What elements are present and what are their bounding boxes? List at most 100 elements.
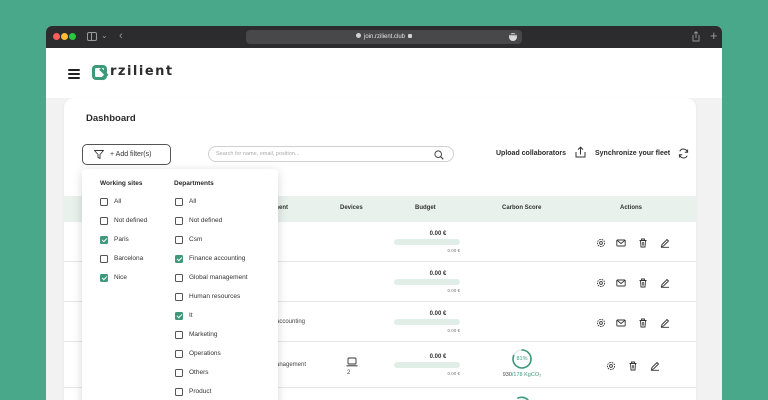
edit-icon[interactable] — [660, 278, 670, 288]
budget-value: 0.00 € — [429, 271, 447, 277]
checkbox[interactable] — [175, 388, 183, 396]
back-arrow-icon[interactable]: ‹ — [119, 30, 123, 42]
app-area: rzilient Dashboard + Add filter(s) Searc… — [46, 48, 722, 400]
option-label: Not defined — [114, 217, 148, 224]
mail-icon[interactable] — [616, 278, 626, 288]
mail-icon[interactable] — [616, 238, 626, 248]
option-label: Marketing — [189, 331, 218, 338]
checkbox[interactable] — [175, 350, 183, 358]
edit-icon[interactable] — [660, 318, 670, 328]
upload-icon[interactable] — [575, 146, 586, 158]
add-filter-button[interactable]: + Add filter(s) — [82, 144, 171, 165]
trash-icon[interactable] — [638, 318, 648, 328]
checkbox[interactable] — [175, 312, 183, 320]
checkbox[interactable] — [175, 236, 183, 244]
carbon-score-percent: 81% — [516, 356, 528, 362]
globe-icon — [355, 33, 361, 38]
budget-bar — [394, 239, 460, 245]
maximize-window-button[interactable] — [69, 33, 76, 40]
device-count: 2 — [347, 370, 351, 376]
brand-name: rzilient — [110, 64, 174, 79]
lock-icon — [408, 34, 413, 38]
carbon-target: /178 KgCO₂ — [511, 372, 542, 378]
checkbox[interactable] — [100, 217, 108, 225]
budget-bar — [394, 319, 460, 325]
logo-icon — [92, 65, 107, 80]
working-sites-title: Working sites — [100, 180, 143, 187]
url-text: join.rzilient.club — [363, 34, 406, 40]
checkbox[interactable] — [175, 198, 183, 206]
option-label: Operations — [189, 350, 221, 357]
option-label: Nice — [114, 274, 128, 281]
checkbox[interactable] — [175, 293, 183, 301]
sidebar-toggle-icon[interactable] — [87, 32, 97, 41]
minimize-window-button[interactable] — [61, 33, 68, 40]
browser-chrome: ⌄ ‹ join.rzilient.club ••• + — [46, 26, 722, 48]
checkbox[interactable] — [175, 255, 183, 263]
checkbox[interactable] — [100, 255, 108, 263]
browser-window: ⌄ ‹ join.rzilient.club ••• + rzilient Da… — [46, 26, 722, 400]
checkbox[interactable] — [175, 331, 183, 339]
sync-icon[interactable] — [678, 148, 689, 159]
option-label: All — [114, 198, 122, 205]
option-label: Csm — [189, 236, 203, 243]
department-cell: anagement — [276, 362, 307, 368]
budget-subvalue: 0.00 € — [447, 328, 460, 333]
settings-icon[interactable] — [596, 318, 606, 328]
search-icon[interactable] — [434, 150, 444, 160]
search-input[interactable]: Search for name, email, position... — [208, 146, 454, 162]
trash-icon[interactable] — [638, 278, 648, 288]
option-label: Global management — [189, 274, 248, 281]
close-window-button[interactable] — [53, 33, 60, 40]
settings-icon[interactable] — [606, 361, 616, 371]
synchronize-fleet-button[interactable]: Synchronize your fleet — [595, 150, 670, 157]
budget-value: 0.00 € — [429, 354, 447, 360]
budget-value: 0.00 € — [429, 311, 447, 317]
share-icon[interactable] — [692, 31, 700, 42]
option-label: Not defined — [189, 217, 223, 224]
upload-collaborators-button[interactable]: Upload collaborators — [496, 150, 566, 157]
top-navigation-bar: rzilient — [46, 48, 722, 98]
option-label: Finance accounting — [189, 255, 246, 262]
department-cell: accounting — [276, 319, 306, 325]
carbon-score-detail: 930/178 KgCO₂ — [494, 372, 550, 378]
checkbox[interactable] — [175, 274, 183, 282]
edit-icon[interactable] — [660, 238, 670, 248]
budget-subvalue: 0.00 € — [447, 248, 460, 253]
carbon-value: 930 — [502, 372, 512, 378]
checkbox[interactable] — [175, 217, 183, 225]
budget-subvalue: 0.00 € — [447, 371, 460, 376]
more-options-icon[interactable]: ••• — [509, 33, 517, 41]
chevron-down-icon[interactable]: ⌄ — [101, 31, 108, 41]
edit-icon[interactable] — [650, 361, 660, 371]
budget-value: 0.00 € — [429, 231, 447, 237]
column-header-carbon-score[interactable]: Carbon Score — [502, 205, 541, 211]
menu-icon[interactable] — [68, 69, 80, 79]
laptop-icon[interactable] — [346, 357, 358, 367]
option-label: Paris — [114, 236, 129, 243]
checkbox[interactable] — [100, 274, 108, 282]
checkbox[interactable] — [100, 198, 108, 206]
option-label: Others — [189, 369, 209, 376]
filter-dropdown: Working sites Departments All Not defined… — [82, 169, 278, 400]
mail-icon[interactable] — [616, 318, 626, 328]
new-tab-icon[interactable]: + — [710, 28, 718, 44]
departments-title: Departments — [174, 180, 214, 187]
settings-icon[interactable] — [596, 238, 606, 248]
budget-bar — [394, 279, 460, 285]
filter-icon — [94, 150, 104, 159]
address-bar[interactable]: join.rzilient.club ••• — [246, 30, 522, 44]
budget-subvalue: 0.00 € — [447, 288, 460, 293]
trash-icon[interactable] — [628, 361, 638, 371]
add-filter-label: + Add filter(s) — [110, 151, 152, 158]
column-header-budget[interactable]: Budget — [415, 205, 436, 211]
column-header-devices[interactable]: Devices — [340, 205, 363, 211]
settings-icon[interactable] — [596, 278, 606, 288]
checkbox[interactable] — [100, 236, 108, 244]
page-title: Dashboard — [86, 113, 136, 124]
checkbox[interactable] — [175, 369, 183, 377]
option-label: All — [189, 198, 197, 205]
column-header-actions: Actions — [620, 205, 643, 211]
trash-icon[interactable] — [638, 238, 648, 248]
budget-bar — [394, 362, 460, 368]
